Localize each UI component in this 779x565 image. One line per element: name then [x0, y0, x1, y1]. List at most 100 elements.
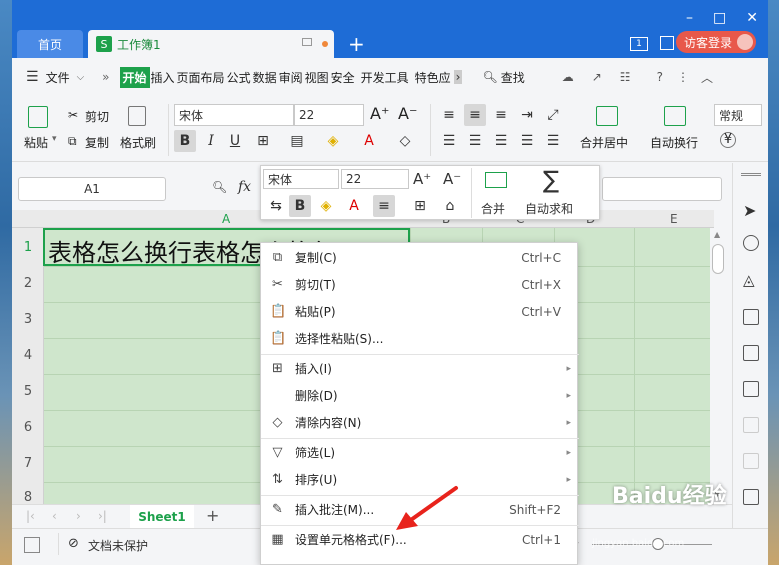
align-top-icon[interactable]: ≡: [438, 104, 460, 126]
row-header-7[interactable]: 7: [12, 456, 44, 471]
edit-icon[interactable]: [743, 453, 759, 469]
cell-style-icon[interactable]: ▤: [286, 130, 308, 152]
row-header-4[interactable]: 4: [12, 348, 44, 363]
tab-insert[interactable]: 插入: [150, 69, 176, 86]
next-sheet-icon[interactable]: ›: [76, 509, 81, 523]
italic-button[interactable]: I: [200, 130, 222, 152]
tab-view[interactable]: 视图: [304, 69, 330, 86]
close-button[interactable]: ✕: [746, 10, 758, 26]
underline-button[interactable]: U: [224, 130, 246, 152]
copy-button[interactable]: 复制: [85, 134, 109, 151]
last-sheet-icon[interactable]: ›|: [98, 509, 107, 523]
status-icon[interactable]: [24, 537, 40, 553]
tab-home[interactable]: 首页: [17, 30, 83, 58]
align-center-icon[interactable]: ☰: [464, 130, 486, 152]
tab-features[interactable]: 特色应: [414, 69, 452, 86]
decrease-font-icon[interactable]: A⁻: [398, 104, 417, 123]
currency-icon[interactable]: ¥: [720, 132, 736, 148]
row-header-3[interactable]: 3: [12, 312, 44, 327]
first-sheet-icon[interactable]: |‹: [26, 509, 35, 523]
minimize-button[interactable]: –: [686, 10, 693, 26]
tab-security[interactable]: 安全: [330, 69, 356, 86]
menu-item-copy[interactable]: ⧉ 复制(C) Ctrl+C: [261, 244, 579, 271]
mini-align-icon[interactable]: ≡: [373, 195, 395, 217]
more-options-icon[interactable]: ⋮: [677, 70, 689, 84]
image-icon[interactable]: [743, 489, 759, 505]
mini-bold-button[interactable]: B: [289, 195, 311, 217]
name-box[interactable]: A1: [18, 177, 166, 201]
table-icon[interactable]: [743, 309, 759, 325]
eraser-icon[interactable]: ◇: [394, 130, 416, 152]
tab-page-layout[interactable]: 页面布局: [176, 69, 226, 86]
new-tab-button[interactable]: +: [348, 32, 365, 56]
scroll-up-icon[interactable]: ▲: [714, 230, 720, 239]
add-sheet-button[interactable]: +: [206, 506, 219, 525]
scroll-thumb[interactable]: [712, 244, 724, 274]
search-icon[interactable]: 🔍︎: [482, 70, 497, 84]
mini-fill-color-icon[interactable]: ◈: [315, 195, 337, 217]
row-header-8[interactable]: 8: [12, 490, 44, 505]
menu-item-insert[interactable]: ⊞ 插入(I) ▸: [261, 355, 579, 382]
column-header-a[interactable]: A: [222, 212, 230, 226]
row-header-2[interactable]: 2: [12, 276, 44, 291]
mini-merge-icon[interactable]: [485, 172, 507, 188]
menu-item-paste[interactable]: 📋 粘贴(P) Ctrl+V: [261, 298, 579, 325]
tab-review[interactable]: 审阅: [278, 69, 304, 86]
merge-center-icon[interactable]: [596, 106, 618, 126]
mini-font-size[interactable]: 22: [341, 169, 409, 189]
settings-icon[interactable]: [743, 417, 759, 433]
hamburger-icon[interactable]: ☰: [26, 69, 39, 85]
panel-menu-icon[interactable]: [741, 173, 761, 176]
menu-item-delete[interactable]: 删除(D) ▸: [261, 382, 579, 409]
file-menu[interactable]: 文件: [45, 69, 71, 86]
layout-icon[interactable]: [660, 36, 674, 50]
wrap-text-icon[interactable]: [664, 106, 686, 126]
copy-icon[interactable]: ⧉: [68, 134, 77, 149]
fill-color-icon[interactable]: ◈: [322, 130, 344, 152]
mini-decrease-font-icon[interactable]: A⁻: [443, 170, 461, 188]
wrap-text-button[interactable]: 自动换行: [650, 134, 698, 151]
fx-icon[interactable]: fx: [238, 179, 251, 195]
mini-autosum-button[interactable]: 自动求和: [525, 200, 573, 217]
row-header-6[interactable]: 6: [12, 420, 44, 435]
search-label[interactable]: 查找: [500, 69, 526, 86]
row-header-5[interactable]: 5: [12, 384, 44, 399]
sigma-icon[interactable]: ∑: [543, 166, 559, 194]
column-header-e[interactable]: E: [670, 212, 678, 226]
zoom-icon[interactable]: 🔍︎: [212, 180, 227, 194]
monitor-icon[interactable]: [302, 38, 312, 46]
scroll-right-icon[interactable]: ›: [453, 70, 463, 84]
paste-dropdown-icon[interactable]: ▾: [52, 134, 57, 144]
cut-button[interactable]: 剪切: [85, 108, 109, 125]
orientation-icon[interactable]: ⤢: [542, 104, 564, 126]
menu-item-filter[interactable]: ▽ 筛选(L) ▸: [261, 439, 579, 466]
row-header-1[interactable]: 1: [12, 240, 44, 255]
justify-icon[interactable]: ☰: [516, 130, 538, 152]
shapes-icon[interactable]: [743, 235, 759, 251]
cloud-icon[interactable]: ☁: [562, 70, 574, 84]
mini-border-icon[interactable]: ⊞: [409, 195, 431, 217]
mini-font-name[interactable]: 宋体: [263, 169, 339, 189]
tab-home-ribbon[interactable]: 开始: [119, 66, 150, 88]
merge-center-button[interactable]: 合并居中: [580, 134, 628, 151]
maximize-button[interactable]: □: [713, 10, 726, 26]
mini-wrap-icon[interactable]: ⇆: [265, 195, 287, 217]
help-icon[interactable]: ?: [657, 70, 663, 84]
font-size-select[interactable]: 22: [294, 104, 364, 126]
tab-developer[interactable]: 开发工具: [360, 69, 410, 86]
mini-increase-font-icon[interactable]: A⁺: [413, 170, 431, 188]
vertical-scrollbar[interactable]: ▲ ▼: [710, 228, 726, 504]
align-left-icon[interactable]: ☰: [438, 130, 460, 152]
increase-font-icon[interactable]: A⁺: [370, 104, 389, 123]
collapse-ribbon-icon[interactable]: ︿: [701, 69, 713, 86]
align-right-icon[interactable]: ☰: [490, 130, 512, 152]
tab-formula[interactable]: 公式: [226, 69, 252, 86]
more-icon[interactable]: ☷: [620, 70, 631, 84]
cut-icon[interactable]: ✂: [68, 108, 78, 122]
sheet-tab-sheet1[interactable]: Sheet1: [130, 505, 194, 529]
chart-icon[interactable]: [743, 381, 759, 397]
format-painter-button[interactable]: 格式刷: [120, 134, 156, 151]
layers-icon[interactable]: ◬: [743, 271, 759, 289]
tab-data[interactable]: 数据: [252, 69, 278, 86]
login-button[interactable]: 访客登录: [676, 31, 756, 53]
